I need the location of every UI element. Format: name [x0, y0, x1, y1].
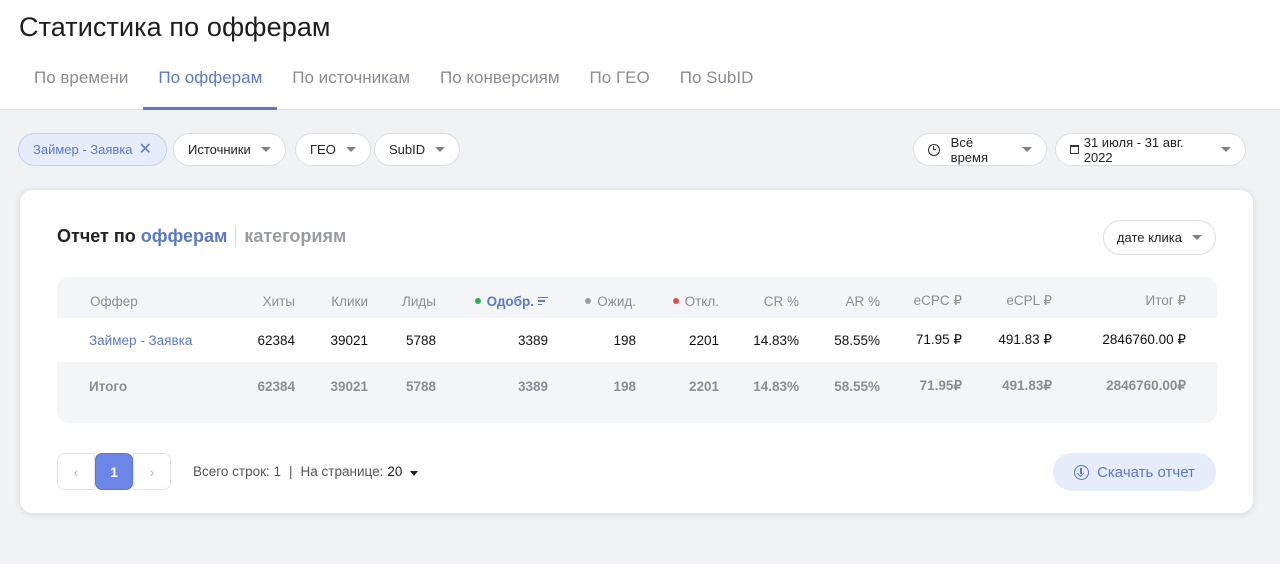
cell-cr: 14.83% — [753, 332, 799, 348]
total-hits: 62384 — [257, 378, 295, 394]
sources-dropdown-label: Источники — [188, 142, 251, 157]
sort-icon — [538, 296, 548, 306]
prev-page-button[interactable]: ‹ — [57, 453, 95, 490]
filter-bar: Займер - Заявка ✕ Источники ГЕО SubID Вс… — [18, 133, 1254, 167]
tab-by-conversions[interactable]: По конверсиям — [425, 56, 575, 110]
total-clicks: 39021 — [330, 378, 368, 394]
report-by-offers-link[interactable]: офферам — [141, 226, 228, 247]
cell-ecpl: 491.83 ₽ — [998, 332, 1052, 347]
tab-by-subid[interactable]: По SubID — [665, 56, 769, 110]
report-card: Отчет по офферам категориям дате клика О… — [19, 189, 1254, 514]
cell-ecpc: 71.95 ₽ — [915, 332, 962, 347]
rejected-dot-icon — [672, 298, 679, 304]
chevron-down-icon — [1022, 147, 1032, 152]
pagination: ‹ 1 › Всего строк: 1 | На странице: 20 — [57, 453, 419, 490]
total-approved: 3389 — [517, 378, 548, 394]
header: Статистика по офферам По времени По оффе… — [0, 0, 1280, 110]
cell-leads: 5788 — [405, 332, 436, 348]
offer-name-link[interactable]: Займер - Заявка — [89, 318, 192, 362]
download-icon — [1074, 464, 1090, 480]
col-pending-label: Ожид. — [597, 293, 636, 309]
stats-table: Оффер Хиты Клики Лиды Одобр. Ожид. Откл.… — [57, 277, 1217, 423]
cell-clicks: 39021 — [330, 332, 368, 348]
total-rejected: 2201 — [688, 378, 719, 394]
report-by-categories-link[interactable]: категориям — [244, 226, 346, 247]
sources-dropdown[interactable]: Источники — [173, 133, 286, 166]
chevron-down-icon — [345, 147, 356, 152]
subid-dropdown-label: SubID — [389, 142, 426, 157]
period-dropdown[interactable]: Всё время — [913, 133, 1047, 166]
table-row: Займер - Заявка 62384 39021 5788 3389 19… — [57, 318, 1217, 362]
pagination-separator: | — [289, 464, 293, 479]
report-title: Отчет по офферам категориям — [57, 225, 346, 247]
date-mode-dropdown[interactable]: дате клика — [1102, 220, 1216, 255]
table-totals-row: Итого 62384 39021 5788 3389 198 2201 14.… — [57, 362, 1217, 410]
clock-icon — [928, 143, 940, 156]
chevron-down-icon — [1221, 147, 1231, 152]
subid-dropdown[interactable]: SubID — [374, 133, 461, 166]
approved-dot-icon — [474, 298, 481, 304]
pending-dot-icon — [585, 298, 592, 304]
calendar-icon — [1070, 145, 1079, 154]
geo-dropdown-label: ГЕО — [310, 142, 336, 157]
tab-by-geo[interactable]: По ГЕО — [575, 56, 665, 110]
offer-filter-chip[interactable]: Займер - Заявка ✕ — [18, 133, 167, 166]
pagination-info: Всего строк: 1 | На странице: 20 — [193, 464, 419, 479]
period-dropdown-label: Всё время — [950, 134, 989, 165]
total-ecpl: 491.83₽ — [1002, 378, 1052, 393]
total-pending: 198 — [613, 378, 636, 394]
cell-hits: 62384 — [257, 332, 295, 348]
chevron-down-icon — [410, 471, 419, 476]
date-range-label: 31 июля - 31 авг. 2022 — [1083, 134, 1184, 165]
total-ar: 58.55% — [834, 378, 880, 394]
next-page-button[interactable]: › — [133, 453, 171, 490]
geo-dropdown[interactable]: ГЕО — [295, 133, 371, 166]
cell-pending: 198 — [613, 332, 636, 348]
offer-filter-label: Займер - Заявка — [33, 142, 133, 157]
per-page-value: 20 — [387, 464, 403, 479]
cell-rejected: 2201 — [688, 332, 719, 348]
close-icon[interactable]: ✕ — [139, 141, 152, 158]
title-divider — [235, 225, 237, 247]
cell-total: 2846760.00 ₽ — [1102, 332, 1186, 347]
cell-approved: 3389 — [517, 332, 548, 348]
download-report-label: Скачать отчет — [1097, 463, 1195, 481]
total-rows-text: Всего строк: 1 — [193, 464, 282, 479]
chevron-down-icon — [435, 147, 446, 152]
col-rejected-label: Откл. — [684, 293, 719, 309]
per-page-select[interactable]: 20 — [387, 464, 419, 479]
page-title: Статистика по офферам — [19, 12, 331, 42]
chevron-down-icon — [260, 147, 271, 152]
cell-ar: 58.55% — [834, 332, 880, 348]
total-sum: 2846760.00₽ — [1106, 378, 1186, 393]
tab-bar: По времени По офферам По источникам По к… — [0, 56, 768, 110]
download-report-button[interactable]: Скачать отчет — [1053, 453, 1216, 491]
tab-by-sources[interactable]: По источникам — [277, 56, 425, 110]
date-range-picker[interactable]: 31 июля - 31 авг. 2022 — [1055, 133, 1246, 166]
tab-by-time[interactable]: По времени — [19, 56, 143, 110]
per-page-label: На странице: — [300, 464, 384, 479]
total-leads: 5788 — [405, 378, 436, 394]
chevron-down-icon — [1192, 235, 1202, 240]
report-title-prefix: Отчет по — [57, 225, 136, 246]
total-ecpc: 71.95₽ — [919, 378, 962, 393]
date-mode-label: дате клика — [1116, 230, 1182, 245]
col-approved-label: Одобр. — [486, 293, 534, 309]
totals-label: Итого — [89, 378, 128, 394]
total-cr: 14.83% — [753, 378, 799, 394]
tab-by-offers[interactable]: По офферам — [143, 56, 278, 110]
page-1-button[interactable]: 1 — [95, 453, 133, 490]
